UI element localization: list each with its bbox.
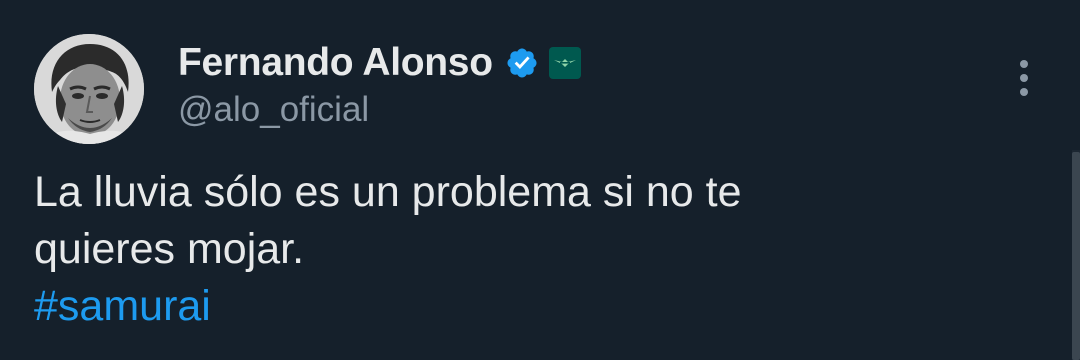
tweet-text-line: La lluvia sólo es un problema si no te [34, 168, 742, 216]
more-vertical-icon [1020, 60, 1028, 96]
tweet-text: La lluvia sólo es un problema si no te q… [34, 164, 994, 335]
avatar[interactable] [34, 34, 144, 144]
more-options-button[interactable] [1006, 56, 1042, 100]
display-name[interactable]: Fernando Alonso [178, 41, 493, 85]
user-handle[interactable]: @alo_oficial [178, 90, 369, 130]
aston-martin-badge-icon[interactable] [548, 47, 581, 79]
verified-badge-icon[interactable] [505, 46, 539, 80]
tweet-text-line: quieres mojar. [34, 225, 305, 273]
scrollbar-thumb[interactable] [1072, 152, 1080, 360]
tweet-card: Fernando Alonso @alo_oficial La lluvia s… [0, 0, 1080, 360]
avatar-photo [34, 34, 144, 144]
tweet-header: Fernando Alonso [178, 40, 581, 86]
hashtag-link[interactable]: #samurai [34, 282, 211, 330]
